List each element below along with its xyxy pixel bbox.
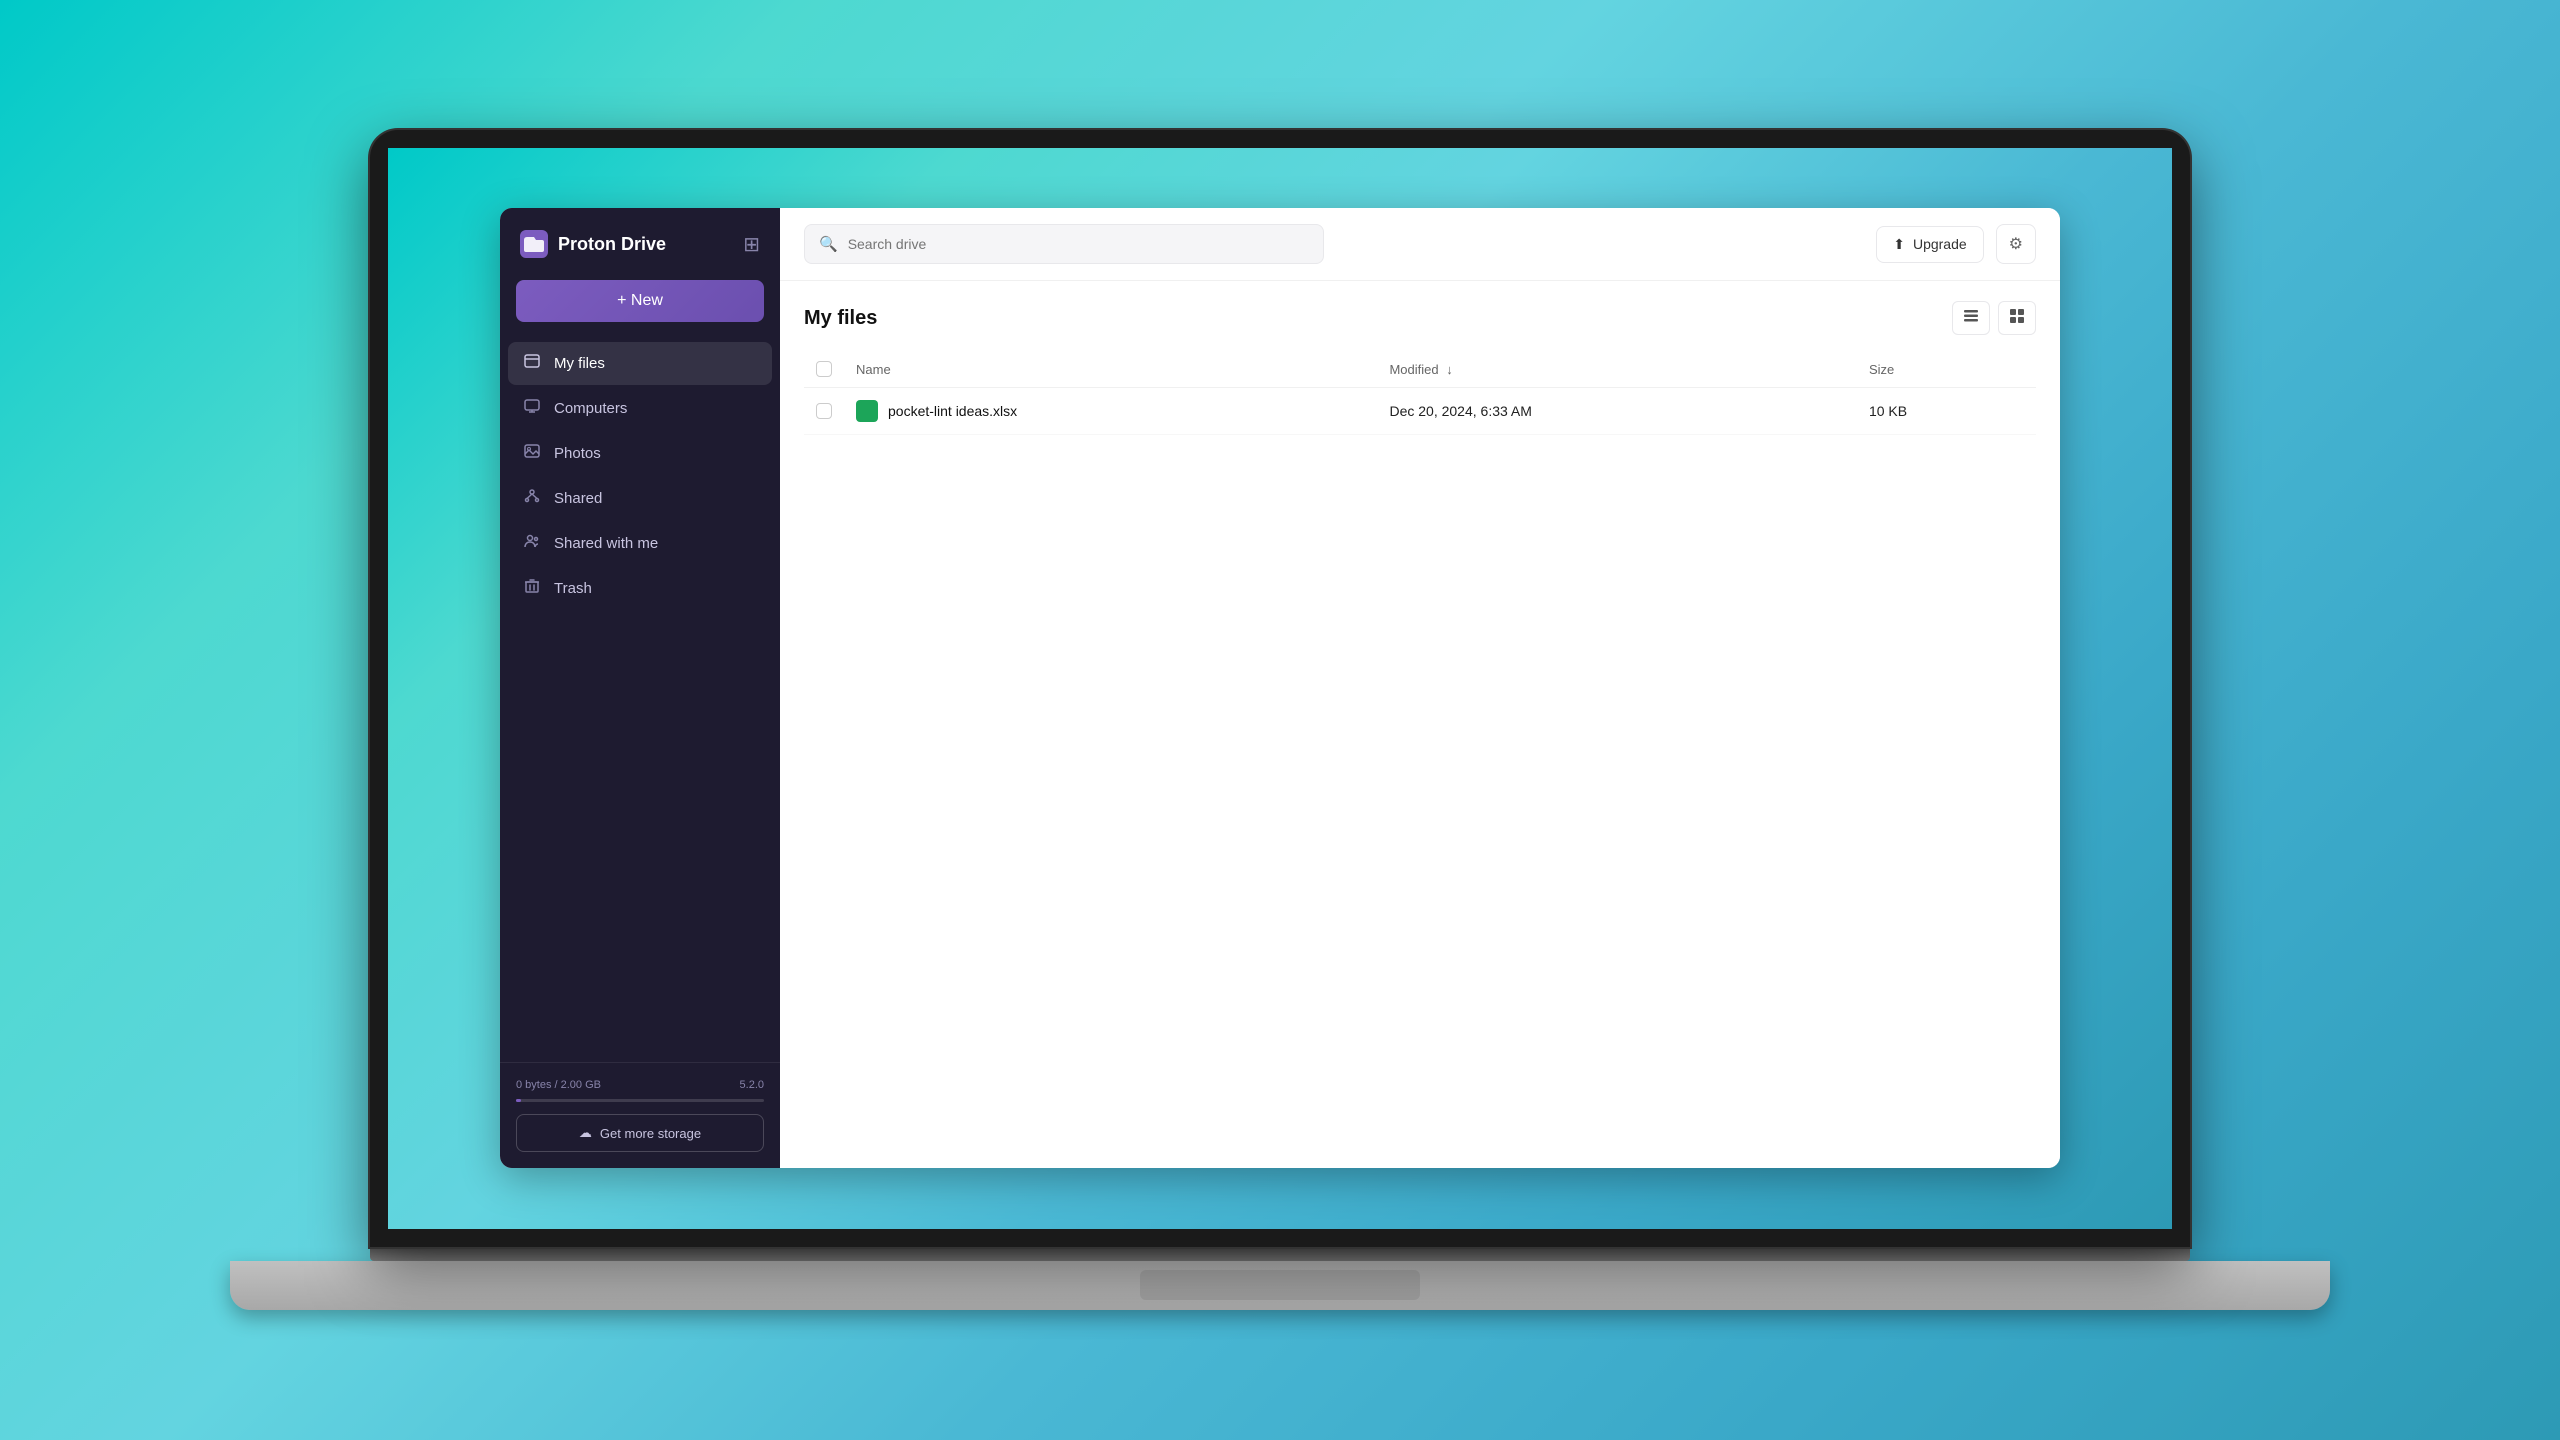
sidebar-item-label-trash: Trash	[554, 580, 592, 597]
sidebar-item-photos[interactable]: Photos	[508, 432, 772, 475]
get-storage-icon: ☁	[579, 1125, 592, 1141]
grid-icon[interactable]: ⊞	[743, 232, 760, 257]
storage-bar-fill	[516, 1099, 521, 1102]
storage-bar	[516, 1099, 764, 1102]
get-more-storage-button[interactable]: ☁ Get more storage	[516, 1114, 764, 1152]
laptop-shell: Proton Drive ⊞ + New	[370, 130, 2190, 1310]
get-storage-label: Get more storage	[600, 1126, 701, 1141]
upgrade-label: Upgrade	[1913, 236, 1967, 252]
name-column-header[interactable]: Name	[844, 351, 1377, 388]
laptop-screen-bezel: Proton Drive ⊞ + New	[370, 130, 2190, 1247]
size-column-header[interactable]: Size	[1857, 351, 2036, 388]
main-header: 🔍 ⬆ Upgrade ⚙	[780, 208, 2060, 281]
sidebar-item-label-shared: Shared	[554, 490, 602, 507]
sidebar-item-label-my-files: My files	[554, 355, 605, 372]
search-input[interactable]	[848, 236, 1309, 252]
sidebar-item-label-photos: Photos	[554, 445, 601, 462]
storage-info: 0 bytes / 2.00 GB 5.2.0	[516, 1079, 764, 1091]
table-row[interactable]: pocket-lint ideas.xlsx Dec 20, 2024, 6:3…	[804, 388, 2036, 435]
sidebar: Proton Drive ⊞ + New	[500, 208, 780, 1168]
shared-with-me-icon	[522, 533, 542, 554]
app-window: Proton Drive ⊞ + New	[500, 208, 2060, 1168]
trash-icon	[522, 578, 542, 599]
grid-view-icon	[2009, 308, 2025, 324]
sidebar-item-computers[interactable]: Computers	[508, 387, 772, 430]
grid-view-button[interactable]	[1998, 301, 2036, 335]
storage-version: 5.2.0	[740, 1079, 764, 1091]
sidebar-item-trash[interactable]: Trash	[508, 567, 772, 610]
laptop-base	[230, 1261, 2330, 1310]
sidebar-nav: My files Computers	[500, 342, 780, 1062]
search-icon: 🔍	[819, 235, 838, 253]
file-list: pocket-lint ideas.xlsx Dec 20, 2024, 6:3…	[804, 388, 2036, 435]
settings-button[interactable]: ⚙	[1996, 224, 2036, 264]
row-checkbox[interactable]	[816, 403, 832, 419]
main-content: 🔍 ⬆ Upgrade ⚙	[780, 208, 2060, 1168]
list-view-icon	[1963, 308, 1979, 324]
storage-used: 0 bytes / 2.00 GB	[516, 1079, 601, 1091]
select-all-header	[804, 351, 844, 388]
sidebar-item-shared[interactable]: Shared	[508, 477, 772, 520]
proton-drive-logo-icon	[520, 230, 548, 258]
file-name-cell: pocket-lint ideas.xlsx	[844, 388, 1377, 435]
file-area: My files	[780, 281, 2060, 1168]
sidebar-header: Proton Drive ⊞	[500, 208, 780, 280]
my-files-icon	[522, 353, 542, 374]
screen-background: Proton Drive ⊞ + New	[388, 148, 2172, 1229]
sidebar-item-label-computers: Computers	[554, 400, 627, 417]
header-actions: ⬆ Upgrade ⚙	[1876, 224, 2036, 264]
upgrade-icon: ⬆	[1893, 236, 1905, 253]
sort-arrow: ↓	[1446, 362, 1453, 377]
list-view-button[interactable]	[1952, 301, 1990, 335]
new-button[interactable]: + New	[516, 280, 764, 322]
laptop-trackpad	[1140, 1270, 1420, 1300]
photos-icon	[522, 443, 542, 464]
view-toggle	[1952, 301, 2036, 335]
page-title: My files	[804, 307, 877, 330]
file-table-header: Name Modified ↓ Size	[804, 351, 2036, 388]
shared-icon	[522, 488, 542, 509]
file-modified: Dec 20, 2024, 6:33 AM	[1377, 388, 1857, 435]
file-type-icon	[856, 400, 878, 422]
sidebar-logo: Proton Drive	[520, 230, 666, 258]
file-name: pocket-lint ideas.xlsx	[888, 403, 1017, 419]
search-box[interactable]: 🔍	[804, 224, 1324, 264]
sidebar-footer: 0 bytes / 2.00 GB 5.2.0 ☁ Get more stora…	[500, 1062, 780, 1168]
sidebar-item-my-files[interactable]: My files	[508, 342, 772, 385]
computers-icon	[522, 398, 542, 419]
modified-column-header[interactable]: Modified ↓	[1377, 351, 1857, 388]
file-area-header: My files	[804, 301, 2036, 335]
laptop-hinge	[370, 1247, 2190, 1261]
file-table: Name Modified ↓ Size	[804, 351, 2036, 435]
file-size: 10 KB	[1857, 388, 2036, 435]
sidebar-item-shared-with-me[interactable]: Shared with me	[508, 522, 772, 565]
upgrade-button[interactable]: ⬆ Upgrade	[1876, 226, 1983, 263]
row-checkbox-cell	[804, 388, 844, 435]
settings-icon: ⚙	[2009, 234, 2023, 254]
logo-text: Proton Drive	[558, 234, 666, 255]
select-all-checkbox[interactable]	[816, 361, 832, 377]
sidebar-item-label-shared-with-me: Shared with me	[554, 535, 658, 552]
